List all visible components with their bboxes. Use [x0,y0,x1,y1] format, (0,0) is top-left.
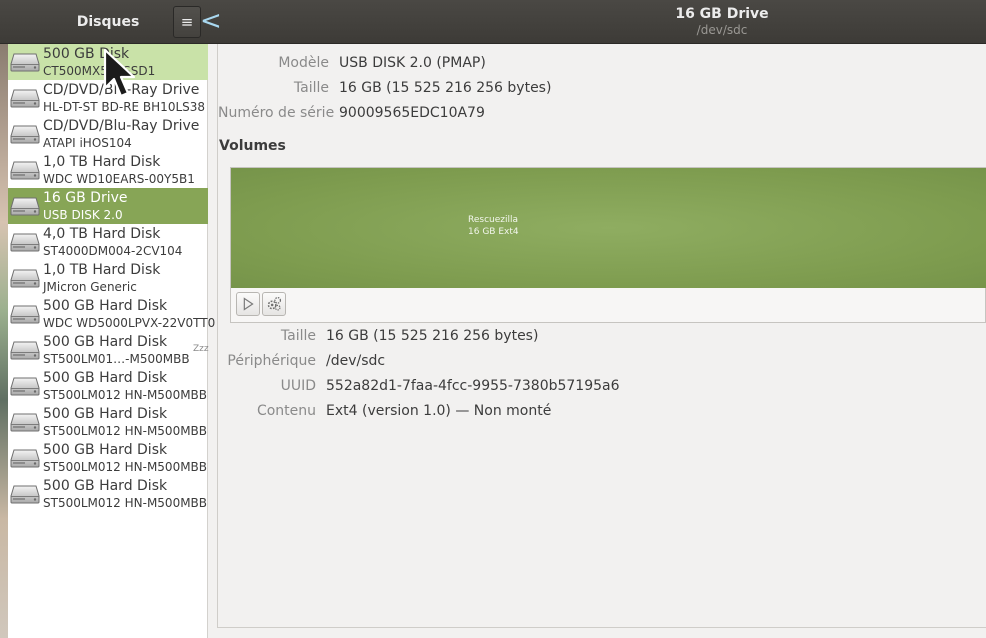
model-value: USB DISK 2.0 (PMAP) [339,55,486,71]
mount-button[interactable] [236,292,260,316]
content-value: Ext4 (version 1.0) — Non monté [326,403,552,419]
partition-options-button[interactable] [262,292,286,316]
uuid-label: UUID [280,378,316,394]
disk-drive-icon [10,449,40,468]
content-label: Contenu [256,403,316,419]
disk-list-item-7[interactable]: 500 GB Hard Disk WDC WD5000LPVX-22V0TT0 [8,296,215,332]
disk-detail: ST500LM01…-M500MBB [43,352,190,366]
disk-name: 1,0 TB Hard Disk [43,154,161,170]
disk-drive-icon [10,53,40,72]
disk-list-item-3[interactable]: 1,0 TB Hard Disk WDC WD10EARS-00Y5B1 [8,152,208,188]
disk-drive-icon [10,161,40,180]
disk-list-item-4[interactable]: 16 GB Drive USB DISK 2.0 [8,188,208,224]
volume-map [230,167,986,323]
disk-list-item-12[interactable]: 500 GB Hard Disk ST500LM012 HN-M500MBB [8,476,208,512]
disk-drive-icon [10,125,40,144]
disk-drive-icon [10,377,40,396]
drive-title: 16 GB Drive [675,6,769,22]
volumes-heading: Volumes [219,138,286,154]
disk-detail: ST500LM012 HN-M500MBB [43,496,208,510]
menu-icon[interactable]: ≡ [173,6,201,38]
size-label: Taille [293,80,329,96]
disk-list-item-8[interactable]: 500 GB Hard Disk ST500LM01…-M500MBB [8,332,208,368]
disk-drive-icon [10,197,40,216]
disk-detail: ST500LM012 HN-M500MBB [43,388,208,402]
disk-name: 16 GB Drive [43,190,128,206]
disk-detail: ATAPI iHOS104 [43,136,132,150]
disk-list-item-11[interactable]: 500 GB Hard Disk ST500LM012 HN-M500MBB [8,440,208,476]
disk-name: 500 GB Hard Disk [43,442,168,458]
partition-name: Rescuezilla [468,215,519,225]
disk-list-item-10[interactable]: 500 GB Hard Disk ST500LM012 HN-M500MBB [8,404,208,440]
disk-name: 4,0 TB Hard Disk [43,226,161,242]
serial-value: 90009565EDC10A79 [339,105,485,121]
disk-name: 500 GB Hard Disk [43,478,168,494]
disk-detail: JMicron Generic [43,280,137,294]
disk-name: 500 GB Hard Disk [43,298,168,314]
drive-path: /dev/sdc [696,23,748,37]
back-arrow-icon: < [200,6,222,36]
device-value: /dev/sdc [326,353,386,369]
disk-detail: WDC WD5000LPVX-22V0TT0 [43,316,216,330]
disk-detail: ST500LM012 HN-M500MBB [43,424,208,438]
desktop-strip [0,44,8,638]
disk-detail: HL-DT-ST BD-RE BH10LS38 [43,100,206,114]
disk-name: 500 GB Hard Disk [43,370,168,386]
serial-label: Numéro de série [218,105,335,121]
partition-size-value: 16 GB (15 525 216 256 bytes) [326,328,539,344]
disk-list-item-9[interactable]: 500 GB Hard Disk ST500LM012 HN-M500MBB [8,368,208,404]
disk-drive-icon [10,341,40,360]
disk-name: 1,0 TB Hard Disk [43,262,161,278]
play-icon [243,297,254,311]
model-label: Modèle [278,55,329,71]
disk-drive-icon [10,413,40,432]
device-label: Périphérique [227,353,316,369]
disk-name: 500 GB Hard Disk [43,334,168,350]
partition-label: Rescuezilla 16 GB Ext4 [468,214,519,238]
disk-drive-icon [10,305,40,324]
gears-icon [267,296,282,311]
header-bar: Disques ≡ < 16 GB Drive /dev/sdc [0,0,986,44]
uuid-value: 552a82d1-7faa-4fcc-9955-7380b57195a6 [326,378,620,394]
disk-drive-icon [10,233,40,252]
partition-size-label: Taille [280,328,316,344]
partition-block[interactable] [231,168,986,288]
disk-name: 500 GB Hard Disk [43,406,168,422]
disk-drive-icon [10,485,40,504]
disk-list-item-5[interactable]: 4,0 TB Hard Disk ST4000DM004-2CV104 [8,224,208,260]
disk-name: CD/DVD/Blu-Ray Drive [43,118,200,134]
size-value: 16 GB (15 525 216 256 bytes) [339,80,552,96]
sleep-badge: Zzz [193,344,209,354]
disk-list-item-6[interactable]: 1,0 TB Hard Disk JMicron Generic [8,260,208,296]
partition-desc: 16 GB Ext4 [468,227,519,237]
disk-detail: USB DISK 2.0 [43,208,123,222]
disk-detail: ST500LM012 HN-M500MBB [43,460,208,474]
disk-detail: WDC WD10EARS-00Y5B1 [43,172,195,186]
disk-list: 500 GB Disk CT500MX500SSD1 CD/DVD/Blu-Ra… [8,44,215,638]
mouse-cursor-icon [103,48,136,98]
disk-drive-icon [10,269,40,288]
disk-list-item-2[interactable]: CD/DVD/Blu-Ray Drive ATAPI iHOS104 [8,116,208,152]
disk-detail: ST4000DM004-2CV104 [43,244,183,258]
disk-drive-icon [10,89,40,108]
